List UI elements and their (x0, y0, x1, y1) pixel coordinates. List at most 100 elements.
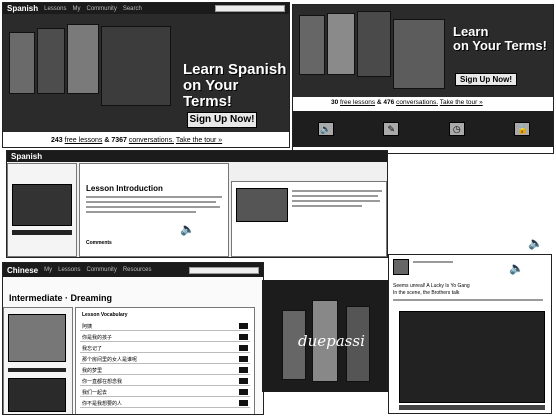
hero-image-4 (101, 26, 171, 106)
lesson-thumbnail[interactable] (8, 314, 66, 362)
player-controls[interactable] (399, 405, 545, 410)
row-text: 我忘记了 (82, 345, 103, 352)
headline-line-1: Learn Spanish (183, 61, 287, 78)
hero-image-1 (9, 32, 35, 94)
speaker-icon[interactable]: 🔈 (509, 261, 524, 275)
sign-up-button[interactable]: Sign Up Now! (187, 112, 257, 128)
table-row[interactable]: 你是我的孩子 (80, 333, 250, 342)
conversations-link-2[interactable]: conversations. (396, 99, 438, 106)
nav-my[interactable]: My (44, 267, 52, 273)
text-line (292, 200, 380, 202)
play-button[interactable] (239, 367, 248, 373)
video-caption: Seems unreal! A Lucky Is Yo Gang (393, 283, 470, 289)
comments-label: Comments (86, 240, 112, 246)
play-button[interactable] (239, 334, 248, 340)
lesson-heading: Lesson Introduction (86, 184, 163, 193)
search-input[interactable] (215, 5, 285, 12)
lesson-panel-left (7, 163, 77, 257)
row-text: 那个房间里的女人是谁呢 (82, 356, 138, 363)
clock-icon[interactable]: ◷ (448, 122, 465, 136)
video-player[interactable] (399, 311, 545, 403)
stats-tagline: 243 free lessons & 7367 conversations. T… (51, 137, 222, 144)
table-row[interactable]: 那个房间里的女人是谁呢 (80, 355, 250, 364)
nav-community[interactable]: Community (86, 6, 116, 12)
lesson-video-2[interactable] (236, 188, 288, 222)
page-title: Intermediate · Dreaming (9, 293, 113, 303)
table-row[interactable]: 你不是我想要的人 (80, 399, 250, 408)
screenshot-lesson-page: Spanish Lesson Introduction 🔈 Comments (6, 150, 388, 258)
hero-image-3 (67, 24, 99, 94)
duepassi-script: duepassi (298, 332, 365, 350)
speaker-icon[interactable]: 🔈 (180, 222, 195, 236)
conversation-count-2: 476 (383, 99, 395, 106)
take-tour-link[interactable]: Take the tour » (176, 137, 222, 144)
nav-lessons[interactable]: Lessons (44, 6, 66, 12)
play-button[interactable] (239, 356, 248, 362)
table-row[interactable]: 我们一起去 (80, 388, 250, 397)
row-text: 你一直都在想念我 (82, 378, 123, 385)
amp-2: & (376, 99, 382, 106)
text-line (292, 195, 378, 197)
table-row[interactable]: 我忘记了 (80, 344, 250, 353)
table-row[interactable]: 我的梦里 (80, 366, 250, 375)
lesson-video[interactable] (12, 184, 72, 226)
avatar (393, 259, 409, 275)
search-input[interactable] (189, 266, 259, 274)
amp: & (104, 137, 110, 144)
screenshot-landing-2: Learn on Your Terms! Sign Up Now! 30 fre… (292, 4, 554, 154)
text-line (292, 205, 362, 207)
lesson-panel-right (231, 181, 387, 257)
feature-icon-bar: 🔈 ✎ ◷ 🔒 (293, 111, 553, 147)
nav-my[interactable]: My (72, 6, 80, 12)
text-line (292, 190, 382, 192)
play-button[interactable] (239, 378, 248, 384)
chinese-site-logo[interactable]: Chinese (7, 266, 38, 275)
table-row[interactable]: 阿姨 (80, 322, 250, 331)
play-button[interactable] (239, 323, 248, 329)
nav-search[interactable]: Search (123, 6, 142, 12)
speaker-icon[interactable]: 🔈 (528, 236, 543, 250)
pencil-icon[interactable]: ✎ (383, 122, 400, 136)
vocab-list-heading: Lesson Vocabulary (82, 312, 128, 318)
row-text: 你是我的孩子 (82, 334, 113, 341)
speaker-icon[interactable]: 🔈 (317, 122, 334, 136)
lesson-count: 243 (51, 137, 63, 144)
free-lessons-link[interactable]: free lessons (65, 137, 103, 144)
stats-tagline-2: 30 free lessons & 476 conversations. Tak… (331, 99, 483, 106)
text-line (413, 261, 453, 263)
sidebar-box (8, 378, 66, 412)
site-logo[interactable]: Spanish (7, 4, 38, 13)
hero2-image-3 (357, 11, 391, 77)
video-body: In the scene, the Brothers talk (393, 290, 460, 296)
nav-community[interactable]: Community (86, 267, 116, 273)
text-line (86, 201, 216, 203)
hero2-headline: Learn on Your Terms! (453, 25, 547, 52)
free-lessons-link-2[interactable]: free lessons (340, 99, 375, 106)
play-button[interactable] (239, 345, 248, 351)
nav-lessons[interactable]: Lessons (58, 267, 80, 273)
vocab-table: Lesson Vocabulary 阿姨 你是我的孩子 我忘记了 那个房间里的女… (75, 307, 255, 414)
text-line (86, 211, 196, 213)
chinese-top-nav: Chinese My Lessons Community Resources (3, 263, 263, 277)
row-text: 我的梦里 (82, 367, 103, 374)
nav-resources[interactable]: Resources (123, 267, 152, 273)
text-line (86, 196, 222, 198)
hero2-image-4 (393, 19, 445, 89)
player-bar[interactable] (8, 368, 66, 372)
lesson-site-logo[interactable]: Spanish (11, 152, 42, 161)
play-button[interactable] (239, 400, 248, 406)
headline2-line-1: Learn (453, 24, 489, 39)
lock-icon[interactable]: 🔒 (514, 122, 531, 136)
duepassi-photo: duepassi (262, 280, 392, 392)
text-line (393, 299, 543, 301)
lesson-count-2: 30 (331, 99, 339, 106)
play-button[interactable] (239, 389, 248, 395)
text-line (86, 206, 220, 208)
sign-up-button-2[interactable]: Sign Up Now! (455, 73, 517, 86)
player-bar[interactable] (12, 230, 72, 235)
conversations-link[interactable]: conversations. (129, 137, 174, 144)
take-tour-link-2[interactable]: Take the tour » (440, 99, 483, 106)
row-text: 阿姨 (82, 323, 93, 330)
headline-line-2: on Your Terms! (183, 76, 239, 110)
table-row[interactable]: 你一直都在想念我 (80, 377, 250, 386)
